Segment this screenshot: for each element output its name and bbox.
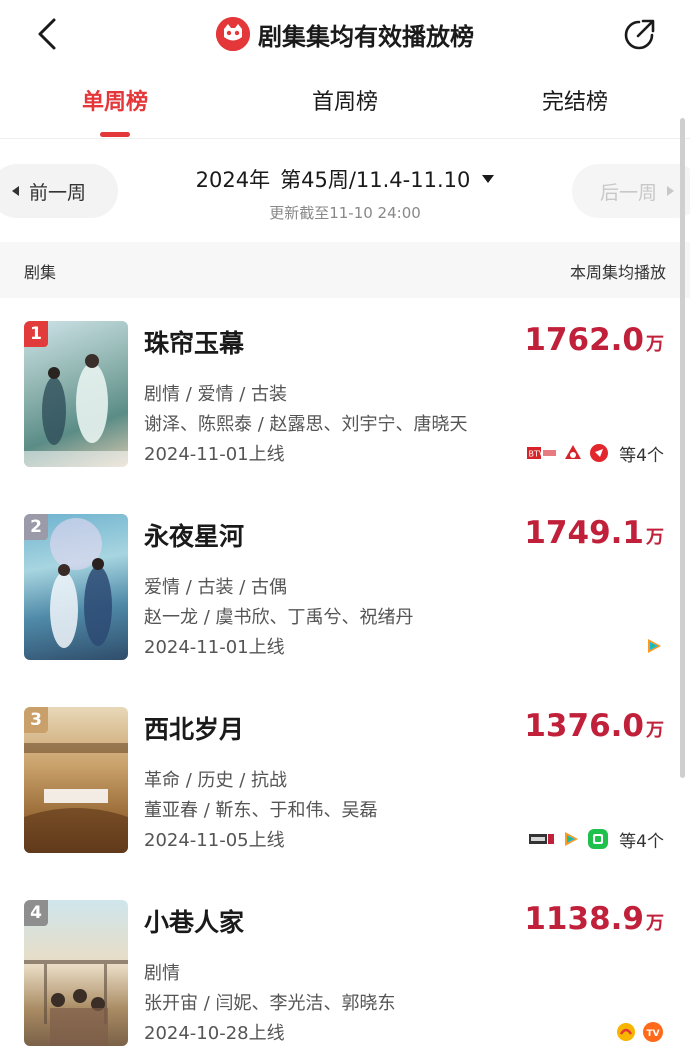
caret-right-icon [667, 186, 675, 196]
poster-image: 4 [24, 900, 128, 1046]
release-date: 2024-11-01上线 [144, 637, 285, 658]
rank-badge: 1 [24, 321, 48, 347]
btv-icon: BTV [527, 447, 557, 459]
series-title[interactable]: 永夜星河 [144, 517, 244, 553]
column-series: 剧集 [24, 263, 57, 282]
rank-badge: 4 [24, 900, 48, 926]
plays-value: 1749.1 [524, 515, 644, 551]
svg-text:BTV: BTV [529, 450, 545, 459]
caret-left-icon [12, 186, 19, 196]
list-item[interactable]: 2 永夜星河 爱情 / 古装 / 古偶 赵一龙 / 虞书欣、丁禹兮、祝绪丹 20… [0, 491, 690, 684]
scrollbar[interactable] [680, 118, 685, 778]
more-platforms[interactable]: 等4个 [619, 441, 664, 466]
platform-list[interactable]: BTV 等4个 [527, 440, 664, 466]
series-title[interactable]: 西北岁月 [144, 710, 244, 746]
hunan-tv-icon [617, 1023, 635, 1041]
plays-unit: 万 [646, 334, 664, 355]
divider [0, 138, 690, 139]
share-icon[interactable] [620, 16, 658, 54]
cctv-icon [565, 445, 582, 459]
mango-icon [590, 444, 609, 462]
top-bar: 剧集集均有效播放榜 [0, 0, 690, 70]
app-logo-icon [216, 17, 250, 51]
release-date: 2024-11-05上线 [144, 830, 285, 851]
previous-week-label: 前一周 [29, 181, 87, 204]
release-date: 2024-11-01上线 [144, 444, 285, 465]
next-week-label: 后一周 [600, 181, 658, 204]
series-title[interactable]: 珠帘玉幕 [144, 324, 244, 360]
plays-value: 1376.0 [524, 708, 644, 744]
week-selector[interactable]: 2024年 第45周/11.4-11.10 更新截至11-10 24:00 [150, 164, 540, 223]
weekly-avg-plays: 1749.1 万 [524, 515, 664, 551]
caret-down-icon [482, 175, 495, 183]
more-platforms[interactable]: 等4个 [619, 827, 664, 852]
active-tab-indicator [100, 132, 130, 137]
platform-list[interactable]: TV [616, 1019, 664, 1045]
plays-unit: 万 [646, 527, 664, 548]
tab-first-week[interactable]: 首周榜 [290, 78, 400, 128]
weekly-avg-plays: 1138.9 万 [524, 901, 664, 937]
plays-unit: 万 [646, 913, 664, 934]
title-group: 剧集集均有效播放榜 [0, 14, 690, 54]
page-title: 剧集集均有效播放榜 [258, 22, 474, 51]
tab-weekly[interactable]: 单周榜 [60, 78, 170, 128]
weekly-avg-plays: 1762.0 万 [524, 322, 664, 358]
genre-tags: 爱情 / 古装 / 古偶 [144, 577, 288, 598]
poster-image: 1 [24, 321, 128, 467]
update-time: 更新截至11-10 24:00 [269, 204, 421, 222]
tencent-video-icon [565, 832, 579, 846]
plays-value: 1138.9 [524, 901, 644, 937]
plays-unit: 万 [646, 720, 664, 741]
weekly-avg-plays: 1376.0 万 [524, 708, 664, 744]
rank-badge: 2 [24, 514, 48, 540]
cctv1-icon [529, 834, 555, 844]
series-title[interactable]: 小巷人家 [144, 903, 244, 939]
week-range-label: 第45周/11.4-11.10 [280, 168, 471, 192]
week-navigation: 前一周 2024年 第45周/11.4-11.10 更新截至11-10 24:0… [0, 150, 690, 240]
next-week-button[interactable]: 后一周 [572, 164, 690, 218]
list-item[interactable]: 1 珠帘玉幕 剧情 / 爱情 / 古装 谢泽、陈熙泰 / 赵露思、刘宇宁、唐晓天… [0, 298, 690, 491]
rank-badge: 3 [24, 707, 48, 733]
mango-tv-icon: TV [643, 1022, 663, 1042]
tencent-video-icon [648, 639, 661, 653]
tab-finished[interactable]: 完结榜 [520, 78, 630, 128]
previous-week-button[interactable]: 前一周 [0, 164, 118, 218]
ranking-tabs: 单周榜 首周榜 完结榜 [0, 78, 690, 137]
column-weekly-avg-plays[interactable]: 本周集均播放 [570, 259, 666, 283]
iqiyi-icon [588, 829, 609, 849]
genre-tags: 革命 / 历史 / 抗战 [144, 770, 288, 791]
cast-list: 谢泽、陈熙泰 / 赵露思、刘宇宁、唐晓天 [144, 414, 468, 435]
plays-value: 1762.0 [524, 322, 644, 358]
poster-image: 2 [24, 514, 128, 660]
release-date: 2024-10-28上线 [144, 1023, 285, 1044]
platform-list[interactable]: 等4个 [529, 826, 664, 852]
cast-list: 张开宙 / 闫妮、李光洁、郭晓东 [144, 993, 396, 1014]
platform-list[interactable] [644, 633, 664, 659]
list-header: 剧集 本周集均播放 [0, 242, 690, 298]
cast-list: 赵一龙 / 虞书欣、丁禹兮、祝绪丹 [144, 607, 414, 628]
genre-tags: 剧情 / 爱情 / 古装 [144, 384, 288, 405]
poster-image: ​ 3 [24, 707, 128, 853]
year-label: 2024年 [195, 168, 271, 192]
cast-list: 董亚春 / 靳东、于和伟、吴磊 [144, 800, 378, 821]
genre-tags: 剧情 [144, 963, 180, 984]
list-item[interactable]: 4 小巷人家 剧情 张开宙 / 闫妮、李光洁、郭晓东 2024-10-28上线 … [0, 877, 690, 1064]
list-item[interactable]: ​ 3 西北岁月 革命 / 历史 / 抗战 董亚春 / 靳东、于和伟、吴磊 20… [0, 684, 690, 877]
svg-text:TV: TV [647, 1029, 660, 1039]
